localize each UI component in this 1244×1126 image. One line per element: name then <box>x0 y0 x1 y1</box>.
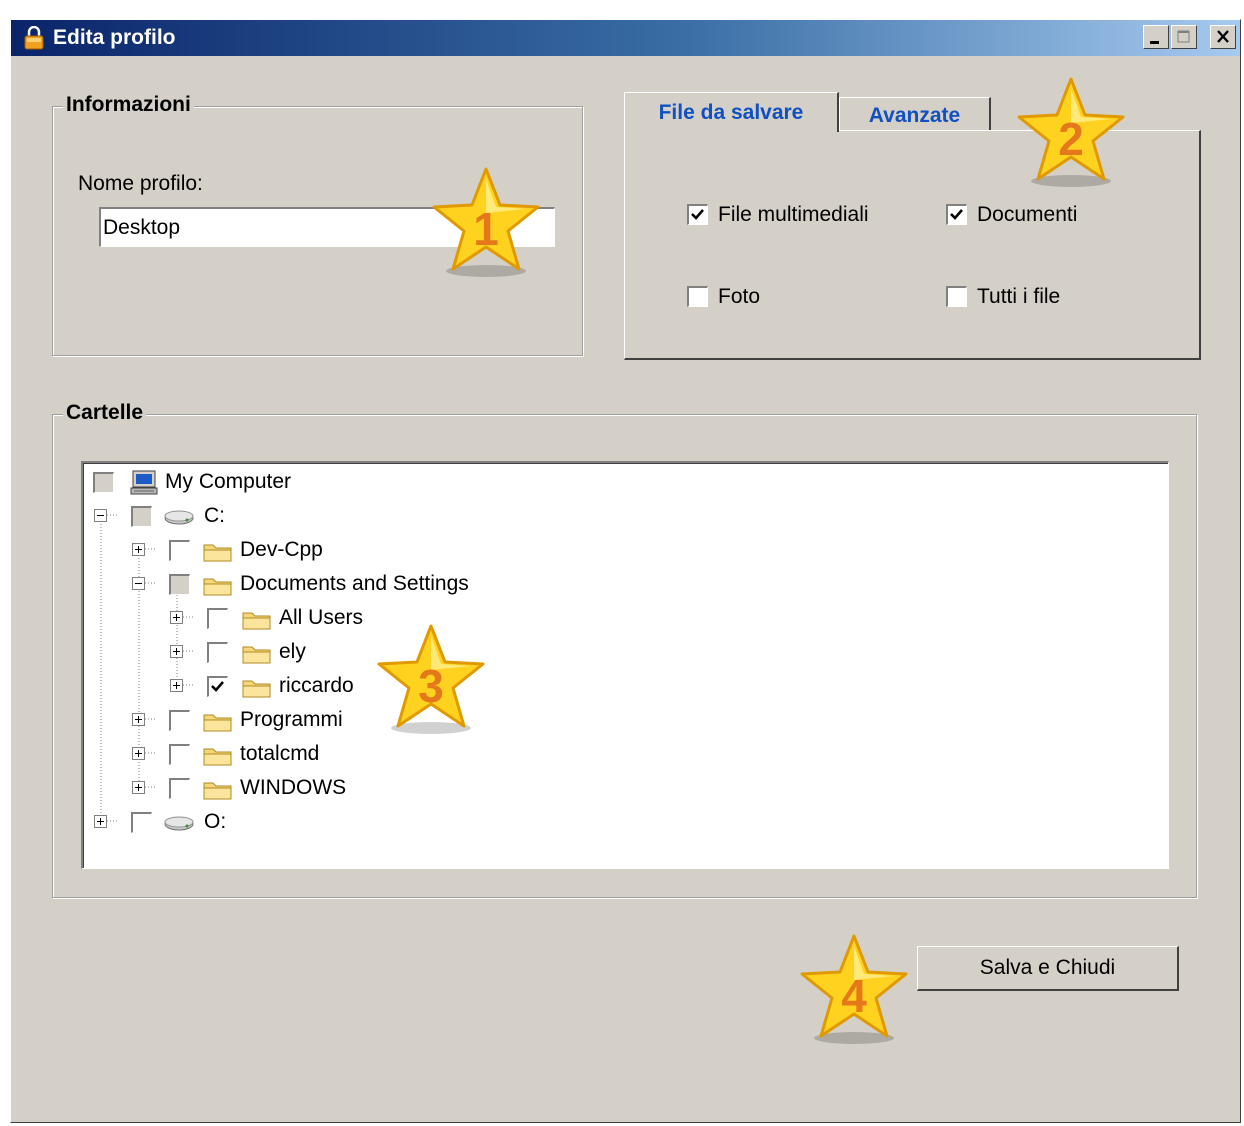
folder-icon <box>203 748 232 766</box>
save-and-close-button[interactable]: Salva e Chiudi <box>917 946 1179 991</box>
expand-icon[interactable] <box>132 747 145 760</box>
tree-node-windows[interactable]: WINDOWS <box>83 774 583 804</box>
callout-star-2-icon: 2 <box>1017 77 1125 187</box>
tab-file-da-salvare[interactable]: File da salvare <box>624 92 839 132</box>
folder-icon <box>203 782 232 800</box>
minimize-button[interactable] <box>1143 25 1169 49</box>
tree-node-riccardo[interactable]: riccardo <box>83 672 583 702</box>
drive-icon <box>164 816 194 831</box>
callout-number: 1 <box>473 203 499 255</box>
folders-legend: Cartelle <box>63 401 147 425</box>
label-tutti-i-file: Tutti i file <box>977 285 1061 308</box>
tree-checkbox[interactable] <box>207 608 228 629</box>
expand-icon[interactable] <box>94 815 107 828</box>
tree-checkbox[interactable] <box>207 676 228 697</box>
folder-icon <box>203 714 232 732</box>
tree-node-label: Dev-Cpp <box>240 538 323 561</box>
tree-node-label: C: <box>204 504 225 527</box>
tree-node-ely[interactable]: ely <box>83 638 583 668</box>
tree-checkbox[interactable] <box>169 744 190 765</box>
tree-node-c-drive[interactable]: C: <box>83 502 483 532</box>
lock-icon <box>24 26 44 50</box>
folder-icon <box>242 612 271 630</box>
tree-checkbox[interactable] <box>131 812 152 833</box>
tree-node-my-computer[interactable]: My Computer <box>83 468 483 498</box>
close-icon <box>1217 30 1229 43</box>
expand-icon[interactable] <box>132 781 145 794</box>
tree-node-programmi[interactable]: Programmi <box>83 706 583 736</box>
folder-icon <box>242 680 271 698</box>
tree-node-totalcmd[interactable]: totalcmd <box>83 740 583 770</box>
expand-icon[interactable] <box>132 543 145 556</box>
drive-icon <box>164 510 194 525</box>
info-legend: Informazioni <box>63 93 194 117</box>
tab-label: Avanzate <box>868 104 961 127</box>
tree-checkbox[interactable] <box>131 506 152 527</box>
window-title: Edita profilo <box>53 26 176 49</box>
collapse-icon[interactable] <box>94 509 107 522</box>
tree-checkbox[interactable] <box>169 710 190 731</box>
checkbox-file-multimediali[interactable] <box>687 204 708 225</box>
expand-icon[interactable] <box>170 645 183 658</box>
callout-number: 3 <box>418 660 444 712</box>
tree-checkbox[interactable] <box>169 778 190 799</box>
check-mark-icon <box>691 209 704 220</box>
tree-node-o-drive[interactable]: O: <box>83 808 483 838</box>
close-button[interactable] <box>1210 25 1236 49</box>
label-foto: Foto <box>718 285 761 308</box>
tree-node-label: Documents and Settings <box>240 572 469 595</box>
computer-icon <box>130 470 158 495</box>
tree-node-label: WINDOWS <box>240 776 347 799</box>
tree-checkbox[interactable] <box>169 540 190 561</box>
checkbox-tutti-i-file[interactable] <box>946 286 967 307</box>
expand-icon[interactable] <box>170 611 183 624</box>
checkbox-foto[interactable] <box>687 286 708 307</box>
check-mark-icon <box>950 209 963 220</box>
tree-checkbox[interactable] <box>93 472 114 493</box>
expand-icon[interactable] <box>170 679 183 692</box>
tree-node-label: riccardo <box>279 674 354 697</box>
tree-checkbox[interactable] <box>169 574 190 595</box>
maximize-button[interactable] <box>1171 25 1197 49</box>
tree-node-label: totalcmd <box>240 742 320 765</box>
callout-number: 4 <box>841 970 867 1022</box>
tree-node-label: ely <box>279 640 306 663</box>
tree-node-label: All Users <box>279 606 364 629</box>
tree-node-label: O: <box>204 810 227 833</box>
tree-node-label: Programmi <box>240 708 343 731</box>
check-mark-icon <box>211 681 224 692</box>
label-documenti: Documenti <box>977 203 1078 226</box>
checkbox-documenti[interactable] <box>946 204 967 225</box>
maximize-icon <box>1177 30 1190 43</box>
tab-avanzate[interactable]: Avanzate <box>839 97 991 130</box>
folder-tree[interactable]: My Computer C: Dev-Cpp Documents and Set… <box>81 461 1169 869</box>
title-bar[interactable]: Edita profilo <box>11 20 1240 56</box>
folder-icon <box>242 646 271 664</box>
edit-profile-window: Edita profilo Informazioni Nome profilo:… <box>10 19 1241 1123</box>
profile-name-label: Nome profilo: <box>78 172 203 195</box>
label-file-multimediali: File multimediali <box>718 203 869 226</box>
callout-star-3-icon: 3 <box>377 624 485 734</box>
folder-icon <box>203 544 232 562</box>
callout-star-4-icon: 4 <box>800 934 908 1044</box>
collapse-icon[interactable] <box>132 577 145 590</box>
minimize-icon <box>1150 41 1159 44</box>
tree-checkbox[interactable] <box>207 642 228 663</box>
expand-icon[interactable] <box>132 713 145 726</box>
callout-star-1-icon: 1 <box>432 167 540 277</box>
tab-label: File da salvare <box>658 101 804 124</box>
tree-node-documents-and-settings[interactable]: Documents and Settings <box>83 570 583 600</box>
tree-node-all-users[interactable]: All Users <box>83 604 583 634</box>
tree-node-dev-cpp[interactable]: Dev-Cpp <box>83 536 583 566</box>
tree-node-label: My Computer <box>165 470 292 493</box>
callout-number: 2 <box>1058 113 1084 165</box>
folder-icon <box>203 578 232 596</box>
